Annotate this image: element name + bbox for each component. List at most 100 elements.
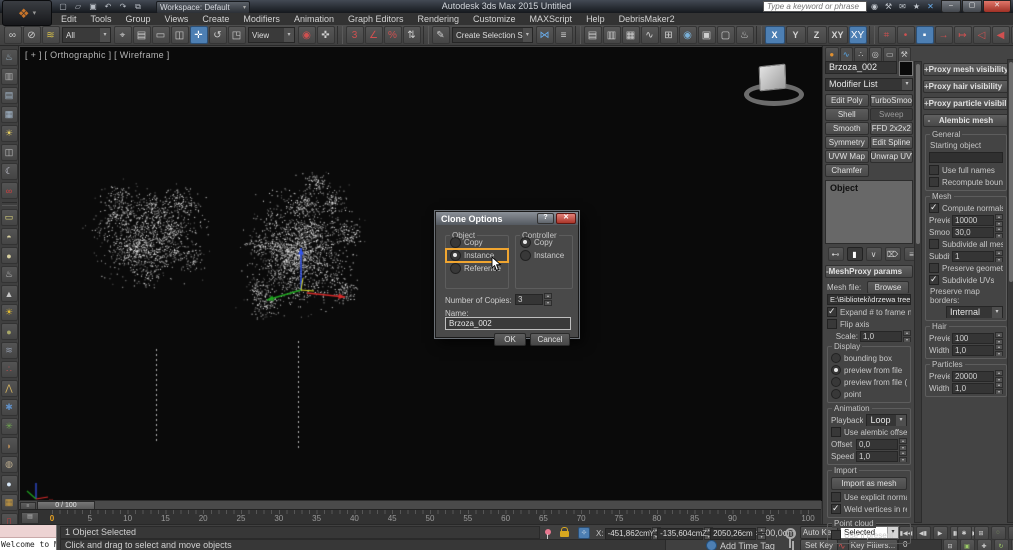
tab-motion[interactable]: ◎: [868, 47, 882, 62]
spinner-up-icon[interactable]: ▴: [544, 293, 552, 299]
use-full-names-checkbox[interactable]: Use full names: [927, 164, 1005, 176]
frame-tick-45[interactable]: 45: [388, 514, 397, 523]
viewport[interactable]: [ + ] [ Orthographic ] [ Wireframe ]: [19, 46, 822, 501]
lightbulb-icon[interactable]: ☀: [0, 125, 18, 142]
angle-snap-icon[interactable]: ∠: [364, 26, 383, 44]
key-icon[interactable]: [781, 527, 797, 549]
modifier-button-uvw-map[interactable]: UVW Map: [825, 150, 869, 163]
absolute-offset-toggle-icon[interactable]: ⊹: [578, 527, 590, 539]
subdivide-uvs-checkbox[interactable]: Subdivide UVs: [927, 274, 1005, 286]
axis-xy-button[interactable]: XY: [827, 26, 848, 44]
tab-display[interactable]: ▭: [883, 47, 897, 62]
import-as-mesh-button[interactable]: Import as mesh: [831, 477, 907, 490]
tab-modify[interactable]: ∿: [839, 47, 853, 62]
copies-field[interactable]: 3: [515, 294, 543, 305]
frame-tick-40[interactable]: 40: [350, 514, 359, 523]
select-object-icon[interactable]: ⌖: [113, 26, 132, 44]
render-window-icon[interactable]: ▥: [0, 68, 18, 85]
modifier-button-edit-spline[interactable]: Edit Spline: [869, 136, 913, 149]
use-pivot-point-icon[interactable]: ◉: [297, 26, 316, 44]
spinner-buttons[interactable]: ▴ ▾: [995, 214, 1003, 226]
spinner-up-icon[interactable]: ▴: [651, 527, 661, 533]
text-field[interactable]: [929, 152, 1003, 163]
spinner-buttons[interactable]: ▴ ▾: [995, 250, 1003, 262]
cone-icon[interactable]: ▲: [0, 285, 18, 302]
clone-name-field[interactable]: Brzoza_002: [445, 317, 571, 330]
scale-field[interactable]: 1,0: [860, 330, 902, 342]
spinner-buttons[interactable]: ▴ ▾: [704, 527, 714, 540]
molecules-icon[interactable]: ∴: [0, 361, 18, 378]
zoom-icon[interactable]: ⊟: [942, 539, 958, 550]
spinner-buttons[interactable]: ▴ ▾: [544, 293, 552, 306]
recompute-bounding-box-checkbox[interactable]: Recompute bounding box: [927, 176, 1005, 188]
spinner-down-icon[interactable]: ▾: [903, 336, 911, 342]
rain-icon[interactable]: ≋: [0, 342, 18, 359]
dialog-close-button[interactable]: ✕: [556, 213, 576, 224]
table-icon[interactable]: ▦: [0, 106, 18, 123]
sun-icon[interactable]: ☀: [0, 304, 18, 321]
spinner-up-icon[interactable]: ▴: [995, 332, 1003, 338]
select-and-rotate-icon[interactable]: ↺: [208, 26, 227, 44]
align-icon[interactable]: ≡: [554, 26, 573, 44]
exchange-icon[interactable]: ✕: [925, 1, 937, 12]
use-if-present-checkbox[interactable]: Use if present: [829, 529, 909, 541]
spinner-down-icon[interactable]: ▾: [544, 300, 552, 306]
browse-button[interactable]: Browse: [867, 281, 909, 293]
preview-count-field[interactable]: 20000: [952, 370, 994, 382]
speed-field[interactable]: 1,0: [856, 450, 898, 462]
frame-tick-60[interactable]: 60: [501, 514, 510, 523]
axis-y-button[interactable]: Y: [785, 26, 806, 44]
axis-z-button[interactable]: Z: [806, 26, 827, 44]
new-scene-icon[interactable]: ▢: [57, 1, 70, 12]
dialog-title-bar[interactable]: Clone Options ? ✕: [436, 212, 578, 225]
preview-count-field[interactable]: 100: [952, 332, 994, 344]
isolate-selection-icon[interactable]: ◌: [990, 526, 1006, 540]
grid-toggle-icon[interactable]: ⊞: [973, 526, 989, 540]
snap-pivot-icon[interactable]: •: [896, 26, 915, 44]
scrollbar-thumb[interactable]: [1009, 62, 1013, 282]
expand-to-frame-number-checkbox[interactable]: Expand # to frame number: [825, 306, 913, 318]
viewcube[interactable]: [740, 61, 804, 106]
play-button[interactable]: ▶: [932, 526, 948, 540]
menu-graph-editors[interactable]: Graph Editors: [341, 13, 411, 25]
tab-create[interactable]: ●: [825, 47, 839, 62]
schematic-view-icon[interactable]: ⊞: [659, 26, 678, 44]
modifier-button-symmetry[interactable]: Symmetry: [825, 136, 869, 149]
ok-button[interactable]: OK: [494, 333, 526, 346]
disc-icon[interactable]: ●: [0, 323, 18, 340]
application-menu-button[interactable]: ❖ ▾: [2, 0, 52, 26]
preview-count-field[interactable]: 10000: [952, 214, 994, 226]
frame-tick-70[interactable]: 70: [577, 514, 586, 523]
named-selection-sets-dropdown[interactable]: Create Selection Se ▾: [452, 27, 533, 43]
panel-scrollbar-right[interactable]: [1007, 59, 1013, 523]
undo-icon[interactable]: ↶: [102, 1, 115, 12]
spinner-buttons[interactable]: ▴ ▾: [995, 370, 1003, 382]
width-multiplier-field[interactable]: 1,0: [952, 382, 994, 394]
percent-snap-icon[interactable]: %: [383, 26, 402, 44]
spinner-buttons[interactable]: ▴ ▾: [899, 438, 907, 450]
bounding-box-radio[interactable]: bounding box: [829, 352, 909, 364]
object-radio-instance[interactable]: Instance: [445, 248, 509, 263]
panel-scrollbar[interactable]: [914, 61, 922, 523]
spinner-up-icon[interactable]: ▴: [995, 226, 1003, 232]
tools-icon[interactable]: ⚒: [883, 1, 895, 12]
selection-lock-icon[interactable]: [560, 527, 569, 537]
tab-hierarchy[interactable]: ∴: [854, 47, 868, 62]
dome-icon[interactable]: ◓: [0, 228, 18, 245]
frame-tick-80[interactable]: 80: [652, 514, 661, 523]
snap-edge-icon[interactable]: ◀: [991, 26, 1010, 44]
pin-icon[interactable]: [545, 529, 551, 539]
leaf-icon[interactable]: ✳: [0, 418, 18, 435]
rendered-frame-icon[interactable]: ▢: [716, 26, 735, 44]
compute-normals-checkbox[interactable]: Compute normals: [927, 202, 1005, 214]
pin-stack-icon[interactable]: ⊷: [827, 247, 844, 261]
orbit-icon[interactable]: ↻: [993, 539, 1009, 550]
spinner-buttons[interactable]: ▴ ▾: [995, 226, 1003, 238]
proxy-hair-visibility-rollout-header[interactable]: + Proxy hair visibility: [923, 80, 1009, 93]
close-button[interactable]: ✕: [983, 0, 1011, 13]
sphere-icon[interactable]: ●: [0, 247, 18, 264]
minimize-button[interactable]: –: [941, 0, 961, 13]
preserve-geometry-borders-checkbox[interactable]: Preserve geometry borders: [927, 262, 1005, 274]
edit-named-selection-sets-icon[interactable]: ✎: [431, 26, 450, 44]
selection-filter-dropdown[interactable]: All ▾: [62, 27, 111, 43]
